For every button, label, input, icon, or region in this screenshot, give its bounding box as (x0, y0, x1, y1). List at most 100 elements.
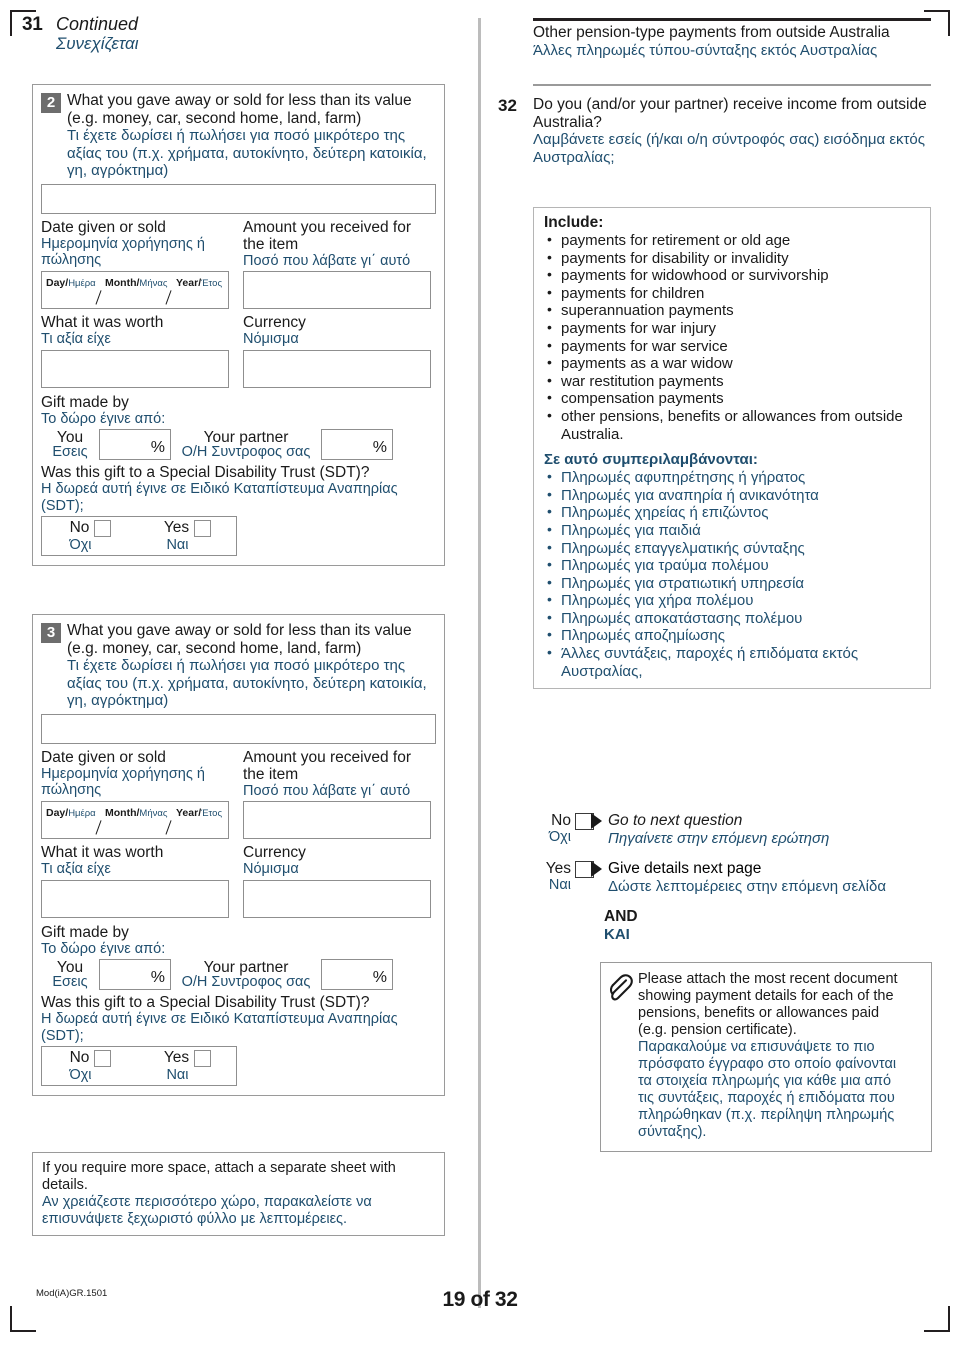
gift-block-3-sdt-no[interactable]: No Όχι (42, 1049, 139, 1083)
include-en-item: compensation payments (544, 389, 920, 408)
date-year-label-2: Year/Έτος (176, 806, 223, 819)
gift-block-3-date-input[interactable]: Day/Ημέρα Month/Μήνας Year/Έτος (41, 800, 229, 839)
include-en-item: superannuation payments (544, 301, 920, 320)
sdt-yes-checkbox-2[interactable] (194, 1049, 212, 1067)
sdt-question-gr-2: Η δωρεά αυτή έγινε σε Ειδικό Καταπίστευμ… (41, 1011, 398, 1044)
gift-block-2-worth-currency-row: What it was worth Τι αξία είχε Currency … (41, 314, 436, 388)
amount-label-gr-2: Ποσό που λάβατε γι΄ αυτό (243, 782, 411, 799)
gift-block-3-partner-percent-input[interactable]: % (321, 959, 393, 990)
gift-block-2-amount-input[interactable] (243, 271, 431, 309)
you-label: You Εσεις (52, 428, 88, 460)
gift-block-2-title-en-1: What you gave away or sold for less than… (67, 92, 412, 109)
gift-block-2-partner-percent-input[interactable]: % (321, 429, 393, 460)
q32-no-action-gr: Πηγαίνετε στην επόμενη ερώτηση (608, 829, 830, 847)
gift-block-3-amount-cell: Amount you received for the item Ποσό πο… (243, 749, 431, 839)
q32-yes-checkbox[interactable] (575, 861, 602, 878)
section-title-gr: Άλλες πληρωμές τύπου-σύνταξης εκτός Αυστ… (533, 42, 878, 59)
gift-block-2-date-amount-row: Date given or sold Ημερομηνία χορήγησης … (41, 219, 436, 310)
sdt-no-checkbox-2[interactable] (94, 1049, 112, 1067)
gift-block-2-sdt-no[interactable]: No Όχι (42, 519, 139, 553)
question-32-en-1: Do you (and/or your partner) receive inc… (533, 96, 927, 113)
attach-gr-6: σύνταξης). (638, 1124, 707, 1140)
include-list-gr: Πληρωμές αφυπηρέτησης ή γήρατος Πληρωμές … (544, 468, 920, 680)
gift-block-2-date-input[interactable]: Day/Ημέρα Month/Μήνας Year/Έτος (41, 270, 229, 309)
gift-block-3-title-gr-2: αξίας του (π.χ. χρήματα, αυτοκίνητο, δεύ… (67, 674, 427, 692)
attach-gr-2: πρόσφατο έγγραφο στο οποίο φαίνονται (638, 1056, 897, 1072)
sdt-no-label-gr-2: Όχι (69, 1067, 92, 1083)
attach-en-2: showing payment details for each of the (638, 988, 894, 1004)
sdt-question-gr: Η δωρεά αυτή έγινε σε Ειδικό Καταπίστευμ… (41, 481, 398, 514)
gift-block-3-heading: 3 What you gave away or sold for less th… (41, 622, 436, 710)
gift-block-3-worth-currency-row: What it was worth Τι αξία είχε Currency … (41, 844, 436, 918)
you-label-2: You Εσεις (52, 958, 88, 990)
gift-block-2-currency-cell: Currency Νόμισμα (243, 314, 431, 388)
section-title-en: Other pension-type payments from outside… (533, 24, 890, 41)
q32-yes-action: Give details next page Δώστε λεπτομέρειε… (601, 860, 886, 895)
attachment-note-text: Please attach the most recent document s… (638, 971, 922, 1141)
gift-block-2-sdt-answer-group: No Όχι Yes Ναι (41, 516, 237, 556)
include-list-en: payments for retirement or old agepaymen… (544, 231, 920, 443)
include-gr-item: Άλλες συντάξεις, παροχές ή επιδόματα εκτ… (544, 644, 920, 680)
include-en-item: payments for widowhood or survivorship (544, 266, 920, 285)
gift-block-2-you-percent-input[interactable]: % (99, 429, 171, 460)
continued-heading: Continued Συνεχίζεται (56, 14, 138, 54)
q32-no-answer-row[interactable]: No Όχι Go to next question Πηγαίνετε στη… (533, 812, 829, 847)
arrow-right-icon-2 (591, 861, 602, 877)
gift-block-2-date-cell: Date given or sold Ημερομηνία χορήγησης … (41, 219, 229, 310)
crop-mark-top-right (924, 10, 950, 36)
and-kai-block: AND ΚΑΙ (604, 908, 638, 944)
sdt-no-checkbox[interactable] (94, 519, 112, 537)
sdt-yes-checkbox[interactable] (194, 519, 212, 537)
form-page: 31 Continued Συνεχίζεται 2 What you gave… (0, 0, 960, 1354)
gift-block-3-date-amount-row: Date given or sold Ημερομηνία χορήγησης … (41, 749, 436, 839)
attach-gr-5: πληρώθηκαν (π.χ. περίληψη πληρωμής (638, 1107, 895, 1123)
gift-block-3-currency-input[interactable] (243, 879, 431, 918)
gift-block-2-currency-input[interactable] (243, 349, 431, 388)
gift-block-2-title-gr-3: γη, αγρόκτημα) (67, 162, 169, 179)
q32-no-action: Go to next question Πηγαίνετε στην επόμε… (601, 812, 829, 847)
sdt-yes-label-en-2: Yes (163, 1049, 190, 1066)
gift-block-3-worth-input[interactable] (41, 879, 229, 918)
gift-block-2-title-en-2: (e.g. money, car, second home, land, far… (67, 109, 362, 127)
include-gr-item: Πληρωμές για παιδιά (544, 521, 920, 540)
question-32-gr-2: Αυστραλίας; (533, 148, 615, 166)
include-heading-gr: Σε αυτό συμπεριλαμβάνονται: (544, 451, 758, 469)
gift-block-2-worth-input[interactable] (41, 349, 229, 388)
gift-block-2-heading: 2 What you gave away or sold for less th… (41, 92, 436, 180)
gift-block-3-percent-row: You Εσεις % Your partner Ο/Η Συντροφος σας… (41, 959, 436, 990)
include-gr-item: Πληρωμές αφυπηρέτησης ή γήρατος (544, 468, 920, 487)
gift-block-2-worth-cell: What it was worth Τι αξία είχε (41, 314, 229, 388)
gift-block-3-title-gr-1: Τι έχετε δωρίσει ή πωλήσει για ποσό μικρ… (67, 657, 406, 674)
gift-block-3-amount-input[interactable] (243, 801, 431, 839)
gift-block-2-badge: 2 (41, 93, 61, 113)
more-space-note-gr-1: Αν χρειάζεστε περισσότερο χώρο, παρακαλε… (42, 1194, 372, 1210)
include-en-item: payments as a war widow (544, 354, 920, 373)
amount-label-en-2-2: the item (243, 765, 299, 783)
q32-yes-answer-row[interactable]: Yes Ναι Give details next page Δώστε λεπ… (533, 860, 886, 895)
date-given-label-gr-2-2: πώλησης (41, 782, 102, 798)
include-en-item: payments for war service (544, 337, 920, 356)
percent-sign-you-2: % (150, 969, 165, 986)
date-given-label-gr-1-2: Ημερομηνία χορήγησης ή (41, 765, 205, 782)
gift-block-2-sdt-yes[interactable]: Yes Ναι (139, 519, 236, 553)
include-gr-item: Πληρωμές χηρείας ή επιζώντος (544, 503, 920, 522)
q32-no-checkbox[interactable] (575, 813, 602, 830)
gift-block-3-sdt-yes[interactable]: Yes Ναι (139, 1049, 236, 1083)
sdt-yes-label-en: Yes (163, 519, 190, 536)
date-separator-1-2 (95, 819, 102, 835)
attach-gr-4: τις συντάξεις, παροχές ή επιδόματα που (638, 1090, 895, 1106)
page-number: 19 of 32 (442, 1288, 518, 1311)
gift-block-2: 2 What you gave away or sold for less th… (32, 84, 445, 566)
gift-block-3-description-input[interactable] (41, 713, 436, 744)
paperclip-icon (609, 971, 638, 1141)
gift-block-3-currency-cell: Currency Νόμισμα (243, 844, 431, 918)
gift-block-3-you-percent-input[interactable]: % (99, 959, 171, 990)
include-gr-item: Πληρωμές για χήρα πολέμου (544, 591, 920, 610)
percent-sign-you: % (150, 439, 165, 456)
date-year-label: Year/Έτος (176, 276, 223, 289)
date-separator-2 (165, 289, 172, 305)
include-gr-item: Πληρωμές για τραύμα πολέμου (544, 556, 920, 575)
gift-made-by-label-en: Gift made by (41, 393, 129, 411)
gift-block-2-amount-cell: Amount you received for the item Ποσό πο… (243, 219, 431, 309)
gift-block-2-description-input[interactable] (41, 183, 436, 214)
